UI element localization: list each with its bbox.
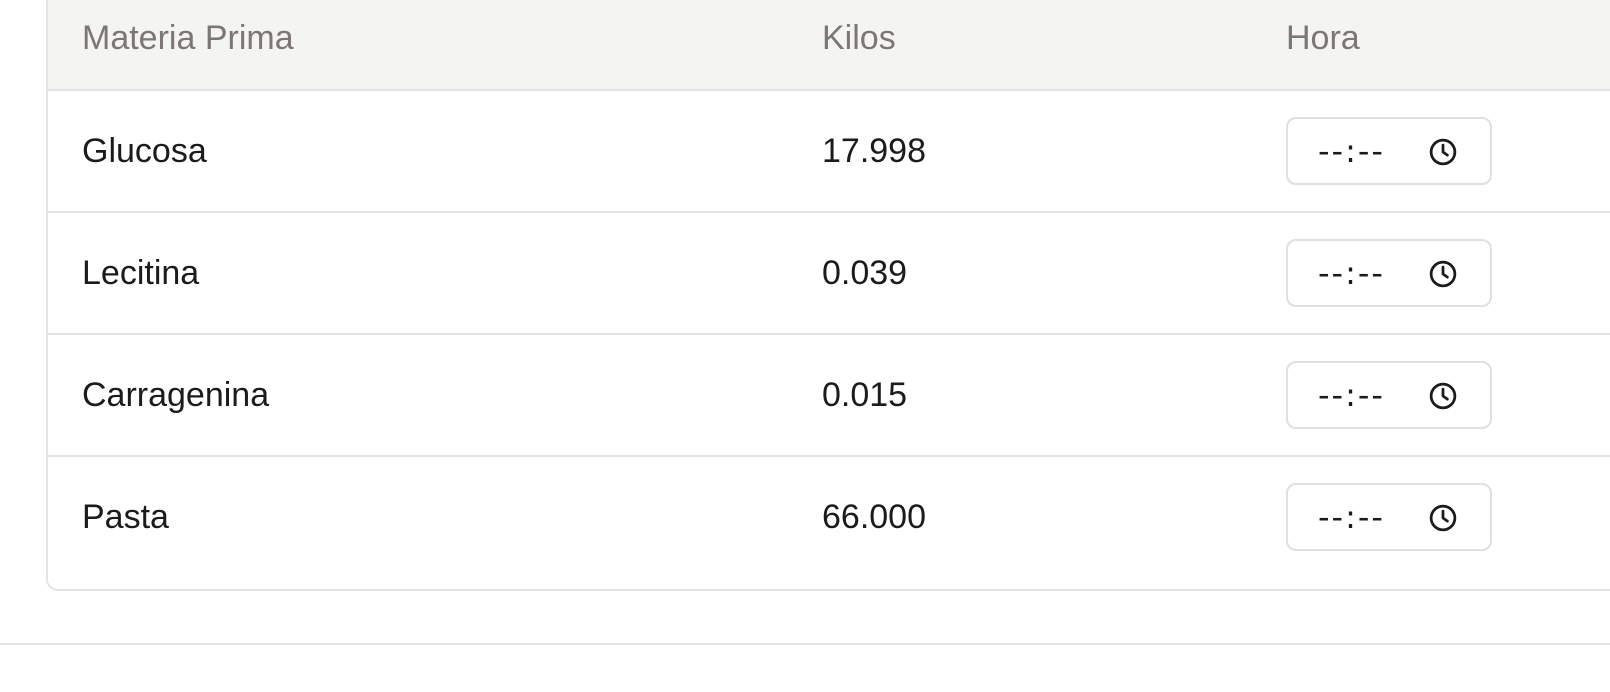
- table-row: Lecitina 0.039 --:--: [48, 213, 1610, 335]
- time-value: --:--: [1318, 376, 1385, 414]
- row-name: Lecitina: [82, 254, 200, 292]
- header-kilos: Kilos: [822, 19, 896, 57]
- row-name: Pasta: [82, 498, 169, 536]
- table-row: Glucosa 17.998 --:--: [48, 91, 1610, 213]
- table-row: Carragenina 0.015 --:--: [48, 335, 1610, 457]
- clock-icon[interactable]: [1428, 137, 1458, 167]
- hora-time-input[interactable]: --:--: [1286, 239, 1492, 307]
- raw-materials-table: Materia Prima Kilos Hora Glucosa 17.998 …: [46, 0, 1610, 591]
- row-kilos: 17.998: [822, 132, 926, 170]
- page: Materia Prima Kilos Hora Glucosa 17.998 …: [0, 0, 1610, 692]
- hora-time-input[interactable]: --:--: [1286, 361, 1492, 429]
- header-hora: Hora: [1286, 19, 1360, 57]
- time-value: --:--: [1318, 498, 1385, 536]
- hora-time-input[interactable]: --:--: [1286, 117, 1492, 185]
- clock-icon[interactable]: [1428, 503, 1458, 533]
- row-kilos: 66.000: [822, 498, 926, 536]
- time-value: --:--: [1318, 254, 1385, 292]
- clock-icon[interactable]: [1428, 381, 1458, 411]
- header-materia-prima: Materia Prima: [82, 19, 294, 57]
- time-value: --:--: [1318, 132, 1385, 170]
- row-name: Glucosa: [82, 132, 207, 170]
- table-header: Materia Prima Kilos Hora: [48, 0, 1610, 91]
- table-row: Pasta 66.000 --:--: [48, 457, 1610, 579]
- row-kilos: 0.015: [822, 376, 908, 414]
- row-name: Carragenina: [82, 376, 270, 414]
- row-kilos: 0.039: [822, 254, 908, 292]
- hora-time-input[interactable]: --:--: [1286, 483, 1492, 551]
- clock-icon[interactable]: [1428, 259, 1458, 289]
